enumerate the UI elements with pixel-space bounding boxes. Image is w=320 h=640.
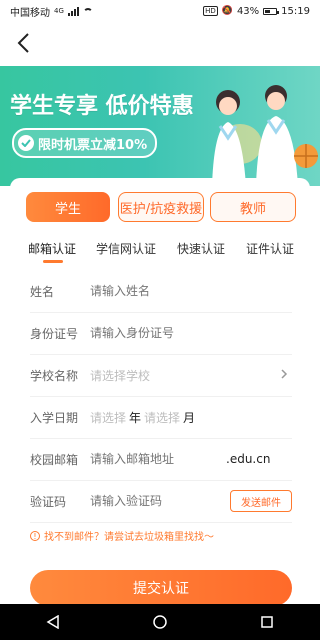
role-selector: 学生 医护/抗疫救援 教师	[26, 192, 308, 222]
email-input[interactable]	[90, 452, 210, 466]
school-label: 学校名称	[30, 368, 79, 383]
back-button[interactable]	[8, 28, 38, 58]
nav-home-button[interactable]	[140, 604, 180, 640]
id-number-label: 身份证号	[30, 326, 79, 341]
status-bar: 中国移动 4G HD 🔕 43% 15:19	[0, 0, 320, 22]
check-icon	[18, 135, 34, 151]
year-select[interactable]: 请选择	[90, 409, 126, 426]
submit-button[interactable]: 提交认证	[30, 570, 292, 606]
banner-pill: 限时机票立减10%	[12, 128, 158, 158]
send-email-button[interactable]: 发送邮件	[230, 490, 292, 512]
tab-quick-verify[interactable]: 快速认证	[177, 240, 225, 257]
nav-back-button[interactable]	[33, 604, 73, 640]
mute-icon: 🔕	[221, 6, 233, 16]
name-input[interactable]	[90, 284, 240, 298]
month-select[interactable]: 请选择	[144, 409, 180, 426]
role-medic-tab[interactable]: 医护/抗疫救援	[118, 192, 204, 222]
month-unit: 月	[183, 410, 196, 425]
hd-icon: HD	[203, 6, 218, 16]
method-tabs: 邮箱认证 学信网认证 快速认证 证件认证	[10, 236, 310, 266]
tab-email-verify[interactable]: 邮箱认证	[28, 240, 76, 257]
system-nav-bar	[0, 604, 320, 640]
code-row: 验证码 发送邮件	[30, 480, 292, 523]
circle-home-icon	[153, 615, 167, 629]
chevron-left-icon	[17, 33, 29, 53]
name-label: 姓名	[30, 284, 55, 299]
battery-percent: 43%	[236, 5, 260, 17]
active-tab-indicator	[43, 260, 63, 263]
promo-banner[interactable]: 学生专享 低价特惠 限时机票立减10%	[0, 66, 320, 186]
enroll-date-label: 入学日期	[30, 410, 79, 425]
signal-icon	[67, 6, 79, 16]
nav-recents-button[interactable]	[247, 604, 287, 640]
email-row: 校园邮箱 .edu.cn	[30, 438, 292, 481]
carrier-name: 中国移动	[10, 7, 50, 19]
banner-title: 学生专享 低价特惠	[10, 94, 194, 119]
chevron-right-icon	[281, 369, 288, 379]
header	[0, 22, 320, 66]
students-illustration	[212, 85, 318, 186]
banner-subtitle: 限时机票立减10%	[38, 137, 148, 153]
code-input[interactable]	[90, 494, 210, 508]
verification-card: 学生 医护/抗疫救援 教师 邮箱认证 学信网认证 快速认证 证件认证 姓名 身份…	[10, 178, 310, 606]
role-teacher-tab[interactable]: 教师	[210, 192, 296, 222]
hint-text: 找不到邮件？请尝试去垃圾箱里找找～	[44, 532, 214, 543]
network-type: 4G	[54, 7, 64, 15]
id-number-input[interactable]	[90, 326, 240, 340]
id-number-row: 身份证号	[30, 312, 292, 355]
mail-hint: ! 找不到邮件？请尝试去垃圾箱里找找～	[30, 528, 214, 543]
year-unit: 年	[129, 410, 142, 425]
email-suffix: .edu.cn	[226, 452, 271, 466]
enroll-date-row: 入学日期 请选择 年 请选择 月	[30, 396, 292, 439]
tab-chsi-verify[interactable]: 学信网认证	[96, 240, 156, 257]
clock: 15:19	[281, 5, 310, 17]
tab-document-verify[interactable]: 证件认证	[246, 240, 294, 257]
school-row[interactable]: 学校名称 请选择学校	[30, 354, 292, 397]
role-student-tab[interactable]: 学生	[26, 192, 110, 222]
triangle-back-icon	[46, 615, 60, 629]
code-label: 验证码	[30, 494, 67, 509]
battery-icon	[263, 7, 280, 15]
wifi-icon	[82, 7, 93, 15]
email-label: 校园邮箱	[30, 452, 79, 467]
info-icon: !	[30, 530, 40, 541]
school-select[interactable]: 请选择学校	[90, 367, 150, 384]
name-row: 姓名	[30, 270, 292, 313]
square-recents-icon	[260, 616, 273, 628]
